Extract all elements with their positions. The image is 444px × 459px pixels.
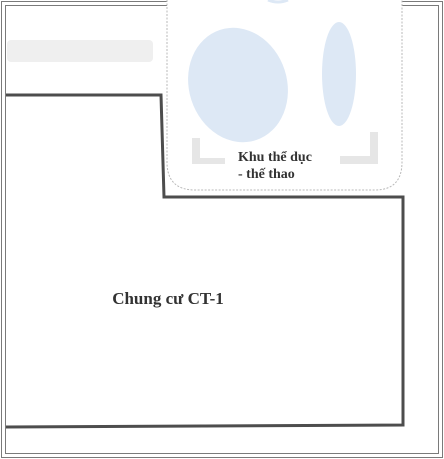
sports-area-label-line1: Khu thể dục	[238, 150, 312, 165]
building-ct1-label: Chung cư CT-1	[112, 289, 224, 308]
site-plan: Khu thể dục - thế thao Chung cư CT-1	[1, 0, 443, 458]
sports-area-label-line2: - thế thao	[238, 167, 295, 182]
small-field-ellipse	[322, 22, 356, 126]
road-strip	[7, 40, 153, 62]
